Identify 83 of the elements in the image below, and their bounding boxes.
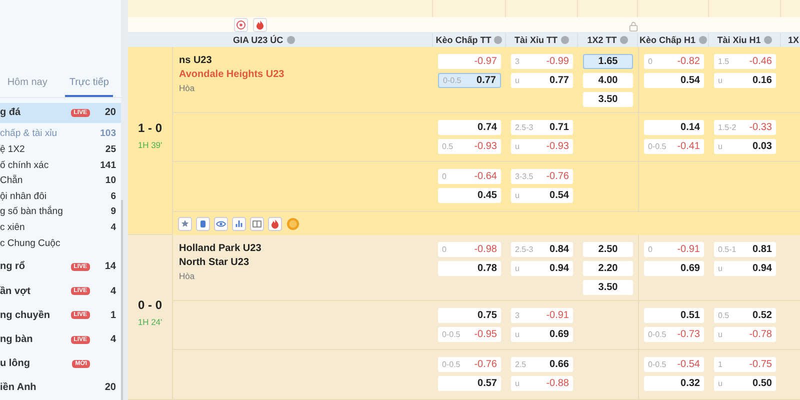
- odds-button[interactable]: 3 -0.91: [511, 308, 573, 323]
- odds-button[interactable]: u -0.93: [511, 139, 573, 154]
- odds-button[interactable]: 2.5-3 0.84: [511, 242, 573, 257]
- odds-button[interactable]: 0.5 -0.93: [438, 139, 501, 154]
- odds-button[interactable]: 0-0.5 -0.41: [644, 139, 704, 154]
- odds-button[interactable]: u 0.94: [511, 261, 573, 276]
- odds-button[interactable]: u 0.69: [511, 327, 573, 342]
- odds-button[interactable]: 1.65: [583, 54, 633, 69]
- scoreboard-icon[interactable]: [250, 216, 264, 230]
- odds-button[interactable]: 0.45: [438, 188, 501, 203]
- match-time: 1H 24': [138, 316, 162, 326]
- eye-icon[interactable]: [214, 216, 228, 230]
- odds-button[interactable]: 0 -0.64: [438, 169, 501, 184]
- odds-button[interactable]: 0-0.5 -0.54: [644, 357, 704, 372]
- odds-button[interactable]: 3 -0.99: [511, 54, 573, 69]
- column-header: 1X: [788, 35, 800, 46]
- draw-label: Hòa: [179, 83, 195, 93]
- odds-button[interactable]: 0 -0.82: [644, 54, 704, 69]
- odds-button[interactable]: u 0.94: [714, 261, 776, 276]
- odds-button[interactable]: u -0.78: [714, 327, 776, 342]
- market-item[interactable]: ố chính xác 141: [0, 157, 121, 173]
- column-header: Tài Xỉu H1: [717, 35, 761, 46]
- market-item[interactable]: ệ 1X2 25: [0, 142, 121, 158]
- odds-button[interactable]: 2.5-3 0.71: [511, 120, 573, 135]
- odds-button[interactable]: 2.20: [583, 261, 633, 276]
- odds-button[interactable]: 0-0.5 -0.73: [644, 327, 704, 342]
- odds-button[interactable]: 0.14: [644, 120, 704, 135]
- odds-button[interactable]: 2.5 0.66: [511, 357, 573, 372]
- odds-button[interactable]: 0.51: [644, 308, 704, 323]
- odds-button[interactable]: u -0.88: [511, 376, 573, 391]
- odds-button[interactable]: 0-0.5 0.77: [438, 73, 501, 88]
- odds-button[interactable]: 1 -0.75: [714, 357, 776, 372]
- team-name[interactable]: ns U23: [179, 55, 212, 66]
- scrollbar[interactable]: [121, 200, 123, 400]
- draw-label: Hòa: [179, 271, 195, 281]
- odds-button[interactable]: u 0.03: [714, 139, 776, 154]
- odds-button[interactable]: 0 -0.98: [438, 242, 501, 257]
- odds-button[interactable]: 3.50: [583, 92, 633, 107]
- odds-button[interactable]: u 0.77: [511, 73, 573, 88]
- team-name[interactable]: North Star U23: [179, 257, 250, 268]
- market-item[interactable]: ội nhân đôi 6: [0, 188, 121, 204]
- odds-button[interactable]: 3-3.5 -0.76: [511, 169, 573, 184]
- team-name[interactable]: Holland Park U23: [179, 243, 262, 254]
- odds-button[interactable]: u 0.16: [714, 73, 776, 88]
- odds-button[interactable]: 1.5-2 -0.33: [714, 120, 776, 135]
- odds-button[interactable]: 0 -0.91: [644, 242, 704, 257]
- odds-button[interactable]: 0.57: [438, 376, 501, 391]
- odds-button[interactable]: 3.50: [583, 280, 633, 295]
- column-header: 1X2 TT: [587, 35, 617, 46]
- odds-button[interactable]: 0.78: [438, 261, 501, 276]
- league-name: GIA U23 ÚC: [233, 35, 284, 46]
- odds-button[interactable]: 0-0.5 -0.95: [438, 327, 501, 342]
- match-time: 1H 39': [138, 140, 162, 150]
- odds-button[interactable]: 0-0.5 -0.76: [438, 357, 501, 372]
- match-score: 0 - 0: [138, 298, 162, 312]
- market-item[interactable]: g số bàn thắng 9: [0, 204, 121, 220]
- odds-button[interactable]: 0.69: [644, 261, 704, 276]
- column-header: Kèo Chấp H1: [639, 35, 696, 46]
- column-header: Tài Xỉu TT: [514, 35, 558, 46]
- match-score: 1 - 0: [138, 121, 162, 135]
- odds-button[interactable]: -0.97: [438, 54, 501, 69]
- fire-icon[interactable]: [268, 216, 282, 230]
- market-item[interactable]: c Chung Cuộc: [0, 235, 121, 251]
- column-header: Kèo Chấp TT: [436, 35, 492, 46]
- odds-button[interactable]: 2.50: [583, 242, 633, 257]
- coin-icon[interactable]: [286, 216, 300, 230]
- market-item[interactable]: Chẵn 10: [0, 172, 121, 188]
- odds-button[interactable]: u 0.50: [714, 376, 776, 391]
- sport-item[interactable]: iền Anh 20: [0, 376, 121, 400]
- odds-button[interactable]: 4.00: [583, 73, 633, 88]
- lock-icon[interactable]: [628, 21, 639, 32]
- odds-button[interactable]: 0.32: [644, 376, 704, 391]
- fire-icon[interactable]: [253, 18, 267, 32]
- odds-button[interactable]: 0.54: [644, 73, 704, 88]
- market-item[interactable]: c xiên 4: [0, 220, 121, 236]
- target-icon[interactable]: [234, 18, 248, 32]
- odds-button[interactable]: 0.75: [438, 308, 501, 323]
- odds-button[interactable]: 0.74: [438, 120, 501, 135]
- bar-chart-icon[interactable]: [232, 216, 246, 230]
- odds-button[interactable]: 1.5 -0.46: [714, 54, 776, 69]
- odds-button[interactable]: u 0.54: [511, 188, 573, 203]
- odds-button[interactable]: 0.5 0.52: [714, 308, 776, 323]
- odds-button[interactable]: 0.5-1 0.81: [714, 242, 776, 257]
